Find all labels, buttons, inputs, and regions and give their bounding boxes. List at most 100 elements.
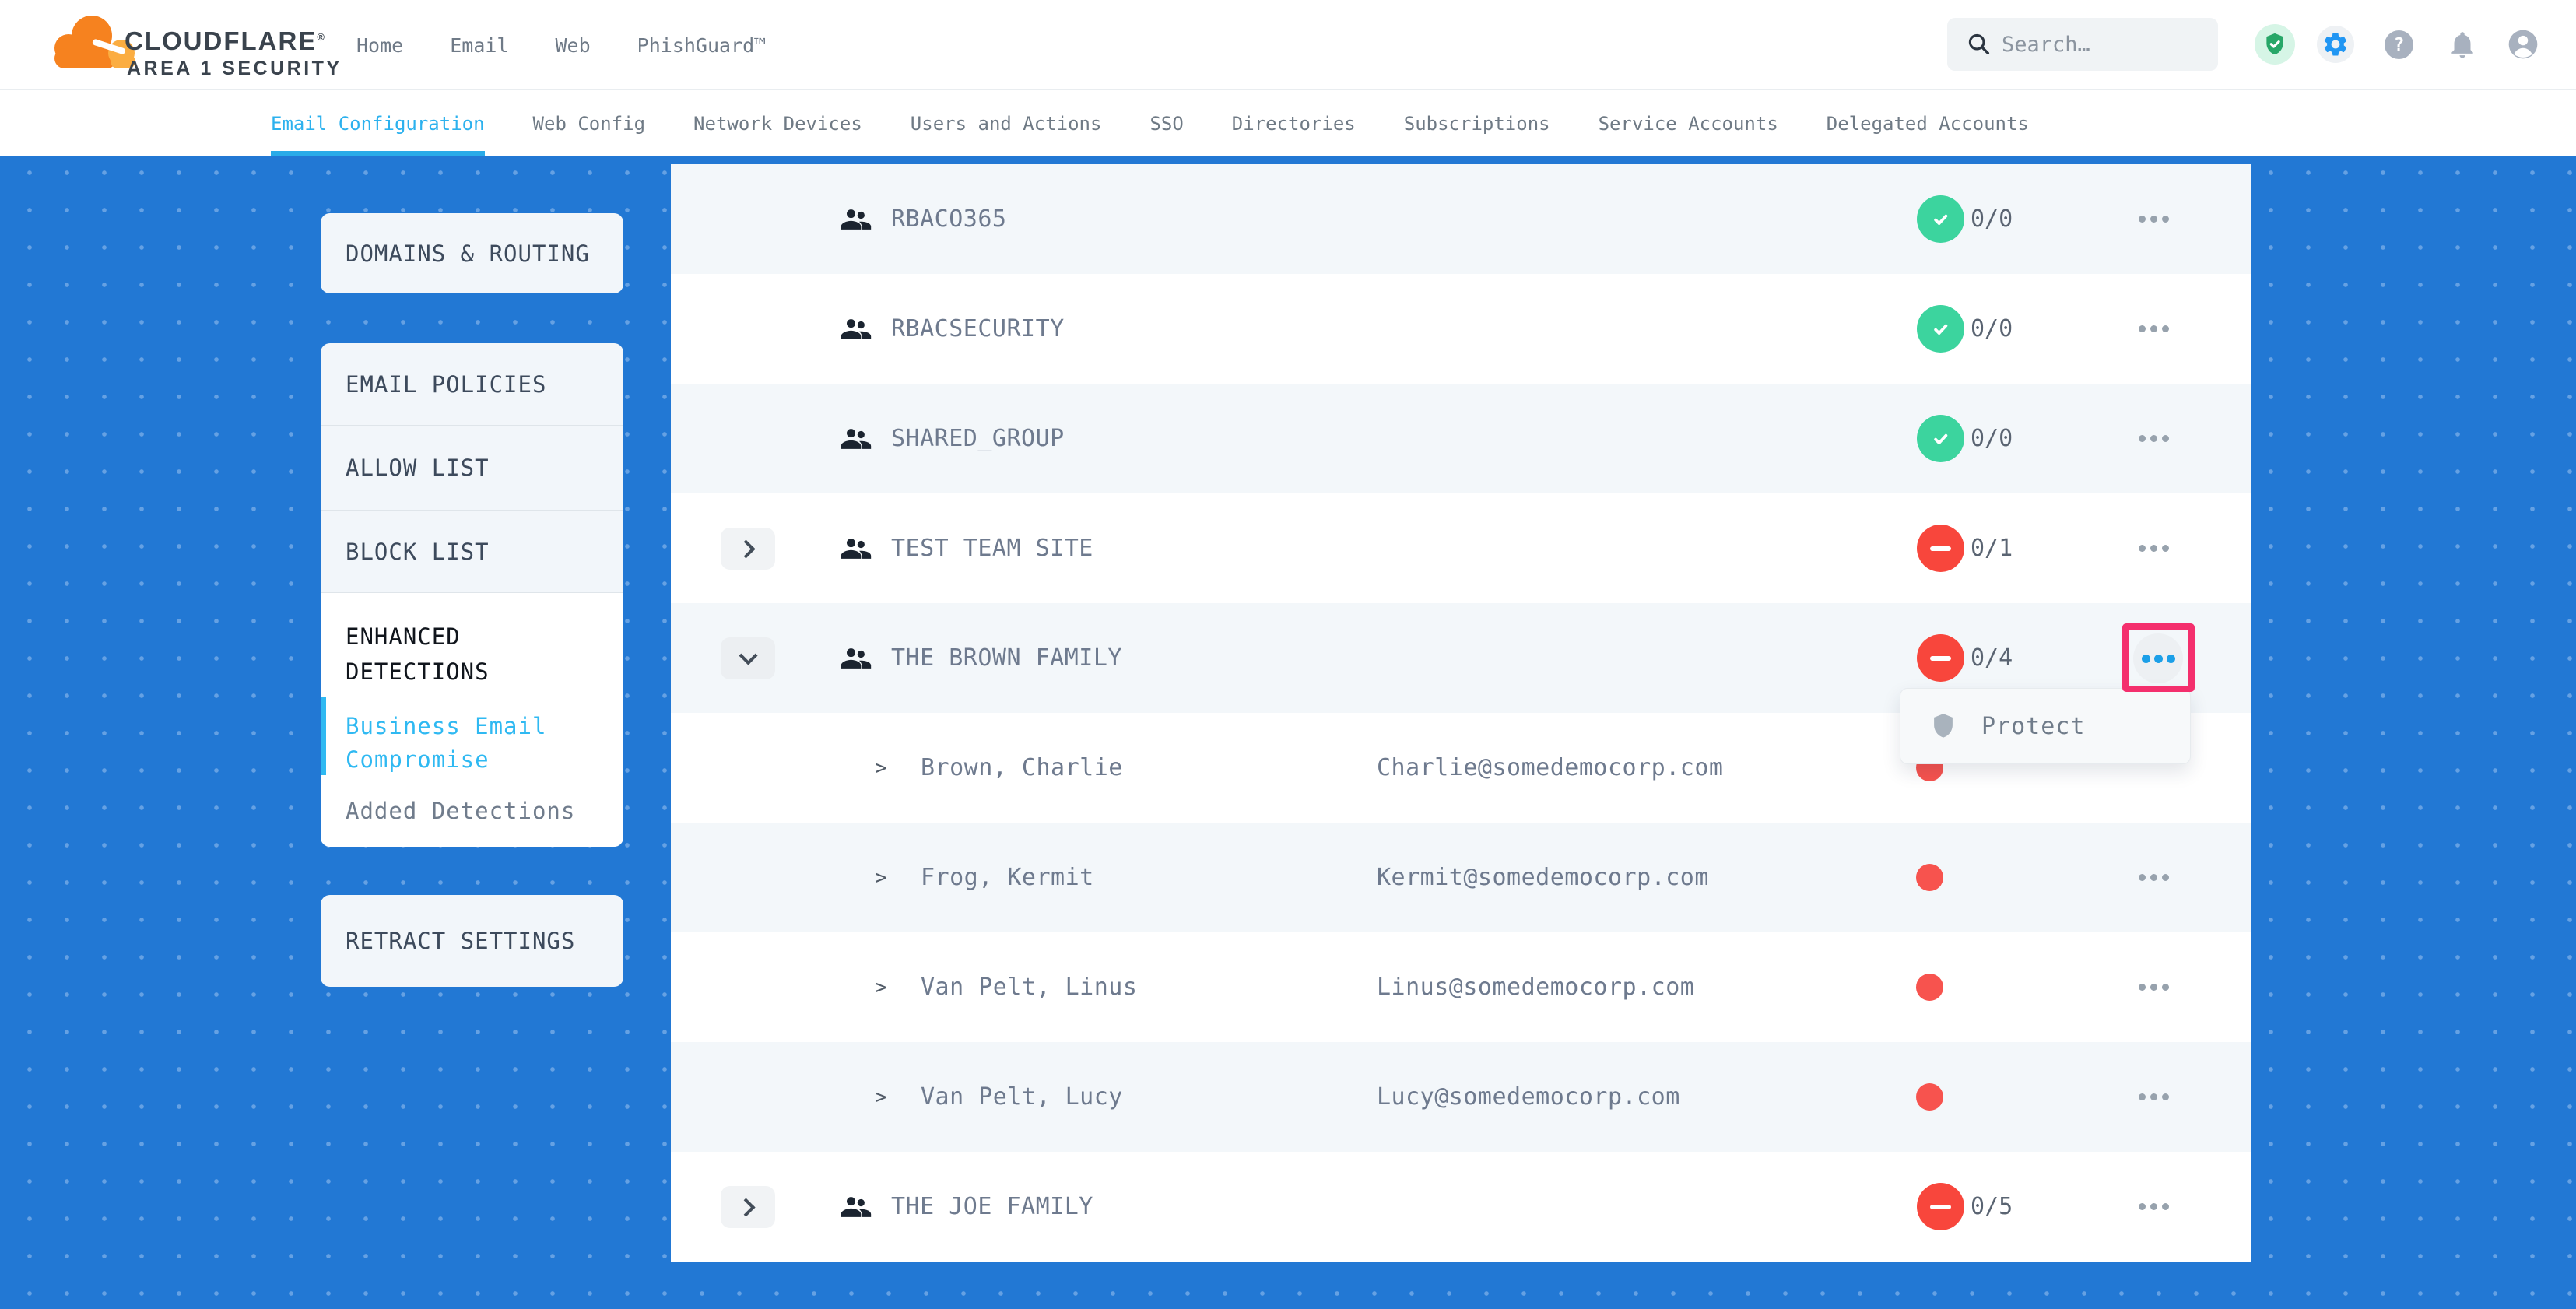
expand-button[interactable] xyxy=(721,1186,775,1228)
top-header: CLOUDFLARE® AREA 1 SECURITY Home Email W… xyxy=(0,0,2576,90)
chevron-right-icon xyxy=(736,539,755,558)
ellipsis-icon xyxy=(2162,1093,2169,1100)
ellipsis-icon xyxy=(2150,874,2157,881)
member-name[interactable]: Van Pelt, Lucy xyxy=(921,1042,1123,1152)
nav-item-phishguard[interactable]: PhishGuard™ xyxy=(637,34,767,57)
status-badge-protected xyxy=(1917,415,1964,462)
shield-check-icon xyxy=(2262,31,2288,58)
account-button[interactable] xyxy=(2506,27,2540,65)
tab-web-config[interactable]: Web Config xyxy=(533,90,646,156)
table-row: RBACO365 0/0 xyxy=(671,164,2251,274)
nav-item-web[interactable]: Web xyxy=(555,34,590,57)
tab-network-devices[interactable]: Network Devices xyxy=(693,90,862,156)
protection-status-button[interactable] xyxy=(2255,24,2295,65)
sidebar-label: DOMAINS & ROUTING xyxy=(346,240,590,267)
sidebar-item-retract-settings[interactable]: RETRACT SETTINGS xyxy=(321,895,623,987)
tab-email-configuration[interactable]: Email Configuration xyxy=(271,90,485,156)
group-name[interactable]: RBACSECURITY xyxy=(891,274,1065,384)
sidebar-label: BLOCK LIST xyxy=(346,539,490,565)
row-menu-button[interactable] xyxy=(2139,493,2169,603)
table-row: RBACSECURITY 0/0 xyxy=(671,274,2251,384)
ellipsis-icon xyxy=(2142,654,2150,663)
ellipsis-icon xyxy=(2150,1203,2157,1210)
group-icon xyxy=(838,641,872,676)
status-badge-unprotected xyxy=(1917,525,1964,572)
sidebar-item-allow-list[interactable]: ALLOW LIST xyxy=(321,426,623,511)
shield-icon xyxy=(1928,711,1958,741)
row-menu-button[interactable] xyxy=(2139,274,2169,384)
group-icon xyxy=(838,1190,872,1224)
group-name[interactable]: THE BROWN FAMILY xyxy=(891,603,1122,713)
tab-subscriptions[interactable]: Subscriptions xyxy=(1404,90,1550,156)
member-name[interactable]: Van Pelt, Linus xyxy=(921,932,1137,1042)
sidebar-item-block-list[interactable]: BLOCK LIST xyxy=(321,511,623,593)
brand-wordmark: CLOUDFLARE® xyxy=(125,26,326,56)
member-chevron-icon[interactable]: > xyxy=(875,713,887,823)
status-dot-unprotected xyxy=(1916,864,1943,891)
member-name[interactable]: Frog, Kermit xyxy=(921,823,1094,932)
row-menu-button[interactable] xyxy=(2139,932,2169,1042)
status-badge-unprotected xyxy=(1917,1183,1964,1230)
group-name[interactable]: THE JOE FAMILY xyxy=(891,1152,1093,1262)
nav-item-home[interactable]: Home xyxy=(356,34,403,57)
sidebar-item-email-policies[interactable]: EMAIL POLICIES xyxy=(321,343,623,426)
check-icon xyxy=(1929,208,1953,231)
tab-users-and-actions[interactable]: Users and Actions xyxy=(911,90,1102,156)
row-menu-button-active[interactable] xyxy=(2133,633,2183,683)
sidebar-item-domains-routing[interactable]: DOMAINS & ROUTING xyxy=(321,213,623,293)
ellipsis-icon xyxy=(2139,1093,2146,1100)
help-button[interactable]: ? xyxy=(2385,30,2413,59)
notifications-button[interactable] xyxy=(2447,29,2478,65)
active-item-accent-bar xyxy=(321,697,326,775)
sidebar-label: RETRACT SETTINGS xyxy=(346,928,575,954)
ellipsis-icon xyxy=(2139,1203,2146,1210)
row-menu-button[interactable] xyxy=(2139,1152,2169,1262)
sidebar-item-enhanced-detections[interactable]: ENHANCED DETECTIONS xyxy=(346,619,592,690)
nav-item-email[interactable]: Email xyxy=(450,34,508,57)
minus-icon xyxy=(1930,546,1951,551)
ellipsis-icon xyxy=(2139,874,2146,881)
member-email: Kermit@somedemocorp.com xyxy=(1377,823,1709,932)
group-name[interactable]: SHARED_GROUP xyxy=(891,384,1065,493)
tab-delegated-accounts[interactable]: Delegated Accounts xyxy=(1827,90,2029,156)
check-icon xyxy=(1929,427,1953,451)
ellipsis-icon xyxy=(2139,325,2146,332)
settings-button[interactable] xyxy=(2317,26,2354,63)
expand-button[interactable] xyxy=(721,528,775,570)
top-navigation: Home Email Web PhishGuard™ xyxy=(356,0,766,90)
ellipsis-icon xyxy=(2139,435,2146,442)
brand-subtitle: AREA 1 SECURITY xyxy=(127,58,342,80)
row-menu-button[interactable] xyxy=(2139,823,2169,932)
member-name[interactable]: Brown, Charlie xyxy=(921,713,1123,823)
ellipsis-icon xyxy=(2162,874,2169,881)
ellipsis-icon xyxy=(2162,1203,2169,1210)
member-chevron-icon[interactable]: > xyxy=(875,932,887,1042)
tab-service-accounts[interactable]: Service Accounts xyxy=(1599,90,1778,156)
member-chevron-icon[interactable]: > xyxy=(875,823,887,932)
chevron-down-icon xyxy=(739,646,757,665)
ellipsis-icon xyxy=(2162,325,2169,332)
ellipsis-icon xyxy=(2150,545,2157,552)
member-chevron-icon[interactable]: > xyxy=(875,1042,887,1152)
ellipsis-icon xyxy=(2139,984,2146,991)
protected-count: 0/0 xyxy=(1971,164,2013,274)
menu-item-protect[interactable]: Protect xyxy=(1981,713,2085,740)
row-menu-button[interactable] xyxy=(2139,1042,2169,1152)
row-menu-button[interactable] xyxy=(2139,384,2169,493)
group-name[interactable]: RBACO365 xyxy=(891,164,1007,274)
minus-icon xyxy=(1930,656,1951,661)
status-dot-unprotected xyxy=(1916,1083,1943,1111)
check-icon xyxy=(1929,318,1953,341)
search-icon xyxy=(1966,31,1992,58)
sidebar-item-added-detections[interactable]: Added Detections xyxy=(346,795,592,829)
search-box[interactable] xyxy=(1947,18,2218,71)
tab-sso[interactable]: SSO xyxy=(1149,90,1183,156)
search-input[interactable] xyxy=(2002,18,2212,71)
sidebar-item-business-email-compromise[interactable]: Business Email Compromise xyxy=(346,710,592,777)
row-menu-button[interactable] xyxy=(2139,164,2169,274)
group-name[interactable]: TEST TEAM SITE xyxy=(891,493,1093,603)
status-badge-unprotected xyxy=(1917,634,1964,682)
bell-icon xyxy=(2447,29,2478,61)
collapse-button[interactable] xyxy=(721,637,775,679)
tab-directories[interactable]: Directories xyxy=(1232,90,1356,156)
